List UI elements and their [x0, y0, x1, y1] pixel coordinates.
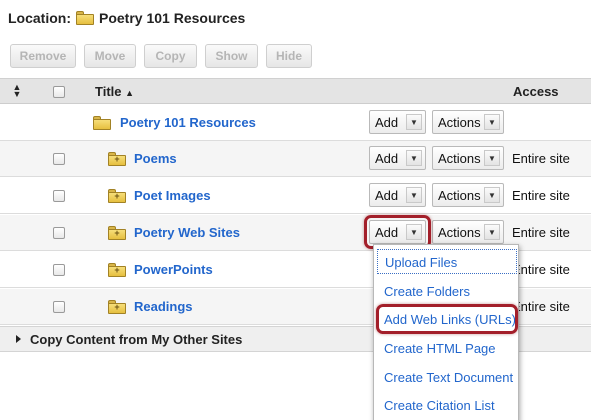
folder-plus-icon[interactable]: +: [108, 226, 126, 240]
hide-button[interactable]: Hide: [266, 44, 312, 68]
location-folder-name: Poetry 101 Resources: [99, 10, 246, 26]
row-checkbox[interactable]: [53, 153, 65, 165]
add-dropdown[interactable]: Add ▼: [369, 146, 426, 170]
menu-item-create-html-page[interactable]: Create HTML Page: [384, 341, 496, 356]
row-checkbox[interactable]: [53, 301, 65, 313]
access-value: Entire site: [512, 299, 570, 314]
chevron-down-icon: ▼: [406, 114, 422, 130]
sort-toggle-icon[interactable]: ▲ ▼: [12, 83, 22, 99]
folder-plus-icon[interactable]: +: [108, 300, 126, 314]
location-label: Location:: [8, 10, 71, 26]
actions-dropdown[interactable]: Actions ▼: [432, 220, 504, 244]
row-checkbox[interactable]: [53, 227, 65, 239]
expand-triangle-icon: [16, 335, 21, 343]
toolbar: Remove Move Copy Show Hide: [10, 44, 312, 68]
location-bar: Location: Poetry 101 Resources: [8, 8, 245, 28]
access-value: Entire site: [512, 262, 570, 277]
access-value: Entire site: [512, 151, 570, 166]
table-row: + Poet Images Add ▼ Actions ▼ Entire site: [0, 178, 591, 214]
remove-button[interactable]: Remove: [10, 44, 76, 68]
web-links-highlight: [376, 304, 518, 334]
table-header: ▲ ▼ Title ▲ Access: [0, 78, 591, 104]
folder-link[interactable]: PowerPoints: [134, 262, 213, 277]
folder-link[interactable]: Poetry 101 Resources: [120, 115, 256, 130]
menu-item-create-citation-list[interactable]: Create Citation List: [384, 398, 495, 413]
access-column-header: Access: [513, 84, 559, 99]
row-checkbox[interactable]: [53, 264, 65, 276]
show-button[interactable]: Show: [205, 44, 258, 68]
folder-icon: [76, 11, 94, 25]
chevron-down-icon: ▼: [406, 187, 422, 203]
menu-item-create-folders[interactable]: Create Folders: [384, 284, 470, 299]
folder-link[interactable]: Poems: [134, 151, 177, 166]
add-dropdown[interactable]: Add ▼: [369, 183, 426, 207]
add-dropdown[interactable]: Add ▼: [369, 110, 426, 134]
folder-plus-icon[interactable]: +: [108, 263, 126, 277]
actions-dropdown[interactable]: Actions ▼: [432, 146, 504, 170]
actions-dropdown[interactable]: Actions ▼: [432, 110, 504, 134]
folder-link[interactable]: Poetry Web Sites: [134, 225, 240, 240]
menu-item-create-text-document[interactable]: Create Text Document: [384, 370, 513, 385]
title-column-header[interactable]: Title ▲: [95, 84, 134, 99]
chevron-down-icon: ▼: [484, 150, 500, 166]
chevron-down-icon: ▼: [406, 150, 422, 166]
table-row: + Poems Add ▼ Actions ▼ Entire site: [0, 141, 591, 177]
folder-plus-icon[interactable]: +: [108, 152, 126, 166]
access-value: Entire site: [512, 188, 570, 203]
copy-content-label: Copy Content from My Other Sites: [30, 332, 243, 347]
folder-link[interactable]: Poet Images: [134, 188, 211, 203]
move-button[interactable]: Move: [84, 44, 136, 68]
folder-link[interactable]: Readings: [134, 299, 193, 314]
menu-item-upload-files[interactable]: Upload Files: [377, 249, 517, 274]
chevron-down-icon: ▼: [484, 114, 500, 130]
select-all-checkbox[interactable]: [53, 86, 65, 98]
chevron-down-icon: ▼: [484, 187, 500, 203]
chevron-down-icon: ▼: [484, 224, 500, 240]
access-value: Entire site: [512, 225, 570, 240]
sort-ascending-icon: ▲: [125, 88, 135, 98]
actions-dropdown[interactable]: Actions ▼: [432, 183, 504, 207]
table-row: Poetry 101 Resources Add ▼ Actions ▼: [0, 105, 591, 141]
copy-button[interactable]: Copy: [144, 44, 197, 68]
folder-icon: [93, 116, 111, 130]
row-checkbox[interactable]: [53, 190, 65, 202]
folder-plus-icon[interactable]: +: [108, 189, 126, 203]
